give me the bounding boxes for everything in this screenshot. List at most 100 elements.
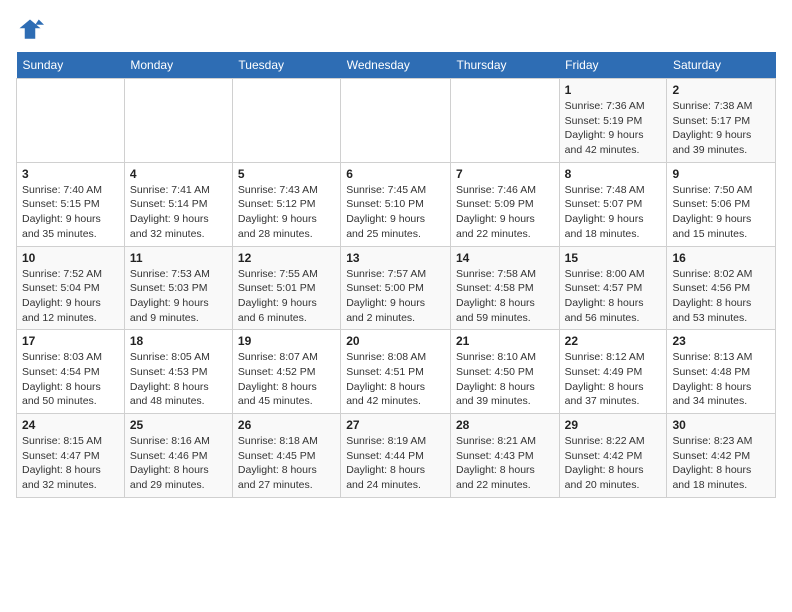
week-row-1: 1Sunrise: 7:36 AMSunset: 5:19 PMDaylight… (17, 79, 776, 163)
day-number: 17 (22, 334, 119, 348)
day-info: Sunrise: 7:58 AMSunset: 4:58 PMDaylight:… (456, 267, 554, 326)
calendar-cell (17, 79, 125, 163)
weekday-header-saturday: Saturday (667, 52, 776, 79)
week-row-5: 24Sunrise: 8:15 AMSunset: 4:47 PMDayligh… (17, 414, 776, 498)
week-row-3: 10 Sunrise: 7:52 AMSunset: 5:04 PMDayligh… (17, 246, 776, 330)
day-info: Sunrise: 8:10 AMSunset: 4:50 PMDaylight:… (456, 350, 554, 409)
calendar-cell: 24Sunrise: 8:15 AMSunset: 4:47 PMDayligh… (17, 414, 125, 498)
day-info: Sunrise: 7:41 AMSunset: 5:14 PMDaylight:… (130, 183, 227, 242)
day-number: 28 (456, 418, 554, 432)
day-number: 1 (565, 83, 662, 97)
calendar-cell: 21 Sunrise: 8:10 AMSunset: 4:50 PMDayligh… (450, 330, 559, 414)
day-info: Sunrise: 8:02 AMSunset: 4:56 PMDaylight:… (672, 267, 770, 326)
header (16, 16, 776, 44)
day-info: Sunrise: 7:50 AMSunset: 5:06 PMDaylight:… (672, 183, 770, 242)
day-number: 6 (346, 167, 445, 181)
calendar-cell: 18 Sunrise: 8:05 AMSunset: 4:53 PMDayligh… (124, 330, 232, 414)
day-number: 14 (456, 251, 554, 265)
day-info: Sunrise: 8:13 AMSunset: 4:48 PMDaylight:… (672, 350, 770, 409)
day-number: 13 (346, 251, 445, 265)
weekday-header-friday: Friday (559, 52, 667, 79)
calendar-cell: 2 Sunrise: 7:38 AMSunset: 5:17 PMDaylight… (667, 79, 776, 163)
day-info: Sunrise: 8:21 AMSunset: 4:43 PMDaylight:… (456, 434, 554, 493)
day-number: 9 (672, 167, 770, 181)
calendar-cell (341, 79, 451, 163)
weekday-header-row: SundayMondayTuesdayWednesdayThursdayFrid… (17, 52, 776, 79)
weekday-header-wednesday: Wednesday (341, 52, 451, 79)
day-number: 26 (238, 418, 335, 432)
calendar-cell: 22Sunrise: 8:12 AMSunset: 4:49 PMDayligh… (559, 330, 667, 414)
weekday-header-sunday: Sunday (17, 52, 125, 79)
day-info: Sunrise: 8:18 AMSunset: 4:45 PMDaylight:… (238, 434, 335, 493)
day-number: 20 (346, 334, 445, 348)
day-number: 21 (456, 334, 554, 348)
calendar-cell: 19Sunrise: 8:07 AMSunset: 4:52 PMDayligh… (232, 330, 340, 414)
day-number: 22 (565, 334, 662, 348)
logo-icon (16, 16, 44, 44)
calendar-cell: 28 Sunrise: 8:21 AMSunset: 4:43 PMDayligh… (450, 414, 559, 498)
calendar-cell (232, 79, 340, 163)
day-number: 7 (456, 167, 554, 181)
day-info: Sunrise: 7:52 AMSunset: 5:04 PMDaylight:… (22, 267, 119, 326)
day-info: Sunrise: 7:45 AMSunset: 5:10 PMDaylight:… (346, 183, 445, 242)
calendar-cell: 6 Sunrise: 7:45 AMSunset: 5:10 PMDaylight… (341, 162, 451, 246)
weekday-header-thursday: Thursday (450, 52, 559, 79)
calendar-cell: 29Sunrise: 8:22 AMSunset: 4:42 PMDayligh… (559, 414, 667, 498)
calendar-cell: 3 Sunrise: 7:40 AMSunset: 5:15 PMDaylight… (17, 162, 125, 246)
calendar-cell: 12Sunrise: 7:55 AMSunset: 5:01 PMDayligh… (232, 246, 340, 330)
day-number: 10 (22, 251, 119, 265)
calendar-cell: 11 Sunrise: 7:53 AMSunset: 5:03 PMDayligh… (124, 246, 232, 330)
calendar-cell: 26 Sunrise: 8:18 AMSunset: 4:45 PMDayligh… (232, 414, 340, 498)
day-info: Sunrise: 8:23 AMSunset: 4:42 PMDaylight:… (672, 434, 770, 493)
calendar-cell: 14 Sunrise: 7:58 AMSunset: 4:58 PMDayligh… (450, 246, 559, 330)
day-info: Sunrise: 7:46 AMSunset: 5:09 PMDaylight:… (456, 183, 554, 242)
day-info: Sunrise: 7:40 AMSunset: 5:15 PMDaylight:… (22, 183, 119, 242)
day-number: 11 (130, 251, 227, 265)
calendar-cell (124, 79, 232, 163)
calendar-cell: 16 Sunrise: 8:02 AMSunset: 4:56 PMDayligh… (667, 246, 776, 330)
calendar-cell: 15 Sunrise: 8:00 AMSunset: 4:57 PMDayligh… (559, 246, 667, 330)
page: SundayMondayTuesdayWednesdayThursdayFrid… (0, 0, 792, 510)
day-number: 25 (130, 418, 227, 432)
calendar-cell: 27 Sunrise: 8:19 AMSunset: 4:44 PMDayligh… (341, 414, 451, 498)
day-info: Sunrise: 8:05 AMSunset: 4:53 PMDaylight:… (130, 350, 227, 409)
calendar-cell: 13 Sunrise: 7:57 AMSunset: 5:00 PMDayligh… (341, 246, 451, 330)
day-number: 29 (565, 418, 662, 432)
calendar-cell (450, 79, 559, 163)
calendar-cell: 1Sunrise: 7:36 AMSunset: 5:19 PMDaylight… (559, 79, 667, 163)
day-number: 23 (672, 334, 770, 348)
day-number: 27 (346, 418, 445, 432)
day-info: Sunrise: 7:38 AMSunset: 5:17 PMDaylight:… (672, 99, 770, 158)
day-info: Sunrise: 8:19 AMSunset: 4:44 PMDaylight:… (346, 434, 445, 493)
calendar-cell: 8Sunrise: 7:48 AMSunset: 5:07 PMDaylight… (559, 162, 667, 246)
calendar-cell: 20Sunrise: 8:08 AMSunset: 4:51 PMDayligh… (341, 330, 451, 414)
day-info: Sunrise: 8:16 AMSunset: 4:46 PMDaylight:… (130, 434, 227, 493)
day-info: Sunrise: 7:57 AMSunset: 5:00 PMDaylight:… (346, 267, 445, 326)
day-number: 5 (238, 167, 335, 181)
calendar-cell: 5 Sunrise: 7:43 AMSunset: 5:12 PMDaylight… (232, 162, 340, 246)
calendar-cell: 4 Sunrise: 7:41 AMSunset: 5:14 PMDaylight… (124, 162, 232, 246)
calendar-cell: 23 Sunrise: 8:13 AMSunset: 4:48 PMDayligh… (667, 330, 776, 414)
day-number: 16 (672, 251, 770, 265)
calendar-cell: 7 Sunrise: 7:46 AMSunset: 5:09 PMDaylight… (450, 162, 559, 246)
calendar-cell: 30Sunrise: 8:23 AMSunset: 4:42 PMDayligh… (667, 414, 776, 498)
day-info: Sunrise: 7:53 AMSunset: 5:03 PMDaylight:… (130, 267, 227, 326)
day-number: 3 (22, 167, 119, 181)
day-info: Sunrise: 8:00 AMSunset: 4:57 PMDaylight:… (565, 267, 662, 326)
day-number: 2 (672, 83, 770, 97)
day-number: 4 (130, 167, 227, 181)
weekday-header-tuesday: Tuesday (232, 52, 340, 79)
day-info: Sunrise: 7:48 AMSunset: 5:07 PMDaylight:… (565, 183, 662, 242)
logo (16, 16, 46, 44)
day-info: Sunrise: 8:03 AMSunset: 4:54 PMDaylight:… (22, 350, 119, 409)
day-info: Sunrise: 7:43 AMSunset: 5:12 PMDaylight:… (238, 183, 335, 242)
day-number: 19 (238, 334, 335, 348)
day-info: Sunrise: 7:55 AMSunset: 5:01 PMDaylight:… (238, 267, 335, 326)
calendar-table: SundayMondayTuesdayWednesdayThursdayFrid… (16, 52, 776, 498)
calendar-cell: 25 Sunrise: 8:16 AMSunset: 4:46 PMDayligh… (124, 414, 232, 498)
calendar-cell: 10 Sunrise: 7:52 AMSunset: 5:04 PMDayligh… (17, 246, 125, 330)
week-row-4: 17 Sunrise: 8:03 AMSunset: 4:54 PMDayligh… (17, 330, 776, 414)
day-number: 18 (130, 334, 227, 348)
day-info: Sunrise: 8:15 AMSunset: 4:47 PMDaylight:… (22, 434, 119, 493)
day-number: 15 (565, 251, 662, 265)
